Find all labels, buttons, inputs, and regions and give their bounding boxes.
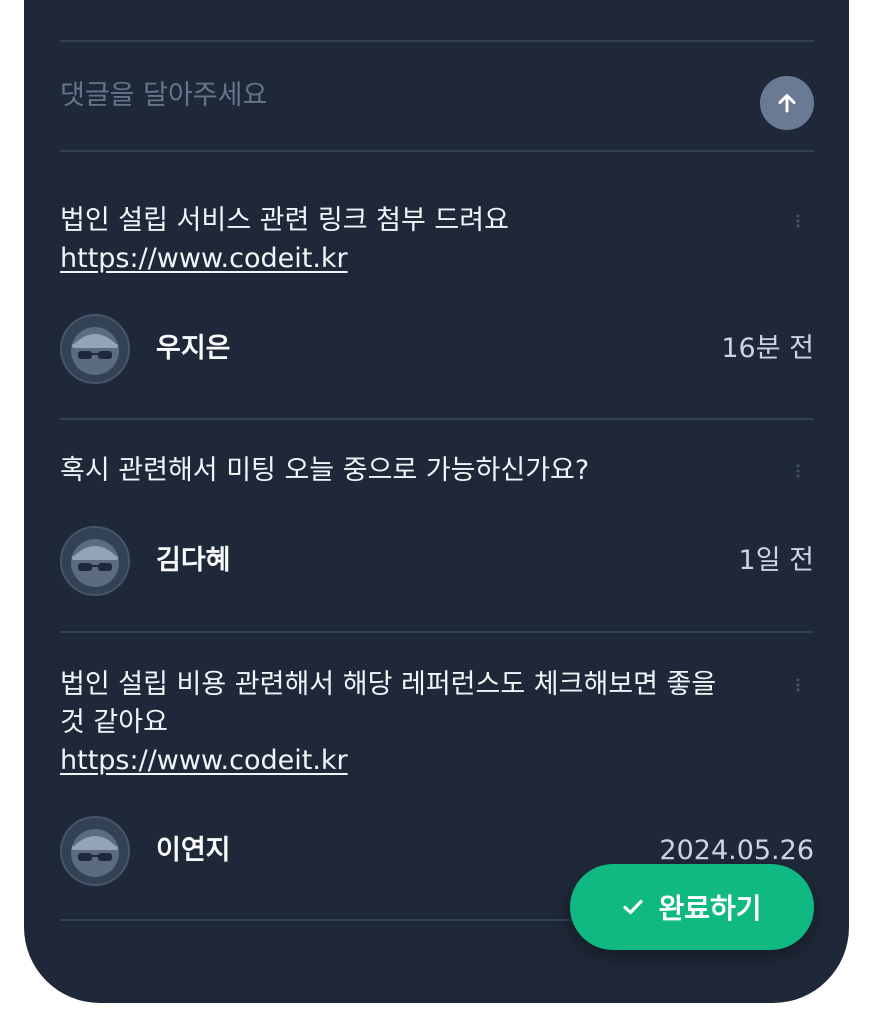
comment-timestamp: 1일 전 [738, 545, 814, 576]
comment-item: 법인 설립 비용 관련해서 해당 레퍼런스도 체크해보면 좋을 것 같아요 ht… [60, 666, 814, 896]
comment-link[interactable]: https://www.codeit.kr [60, 240, 760, 278]
divider [60, 418, 814, 420]
avatar [60, 816, 130, 886]
more-options-icon[interactable] [788, 208, 808, 234]
comment-text: 법인 설립 서비스 관련 링크 첨부 드려요 [60, 205, 509, 236]
more-options-icon[interactable] [788, 672, 808, 698]
comment-body: 법인 설립 비용 관련해서 해당 레퍼런스도 체크해보면 좋을 것 같아요 ht… [60, 666, 760, 780]
comment-body: 혹시 관련해서 미팅 오늘 중으로 가능하신가요? [60, 452, 760, 490]
author-name: 우지은 [156, 333, 231, 364]
comment-input-row [60, 42, 814, 150]
comment-timestamp: 16분 전 [721, 333, 814, 364]
comment-text: 혹시 관련해서 미팅 오늘 중으로 가능하신가요? [60, 455, 590, 486]
comment-link[interactable]: https://www.codeit.kr [60, 742, 760, 780]
arrow-up-icon [778, 94, 796, 113]
comment-author-row: 우지은 16분 전 [60, 314, 814, 384]
author-name: 이연지 [156, 835, 231, 866]
avatar [60, 314, 130, 384]
send-comment-button[interactable] [760, 76, 814, 130]
complete-button[interactable]: 완료하기 [570, 864, 814, 950]
divider [60, 150, 814, 152]
comment-body: 법인 설립 서비스 관련 링크 첨부 드려요 https://www.codei… [60, 202, 760, 278]
comment-author-row: 김다혜 1일 전 [60, 526, 814, 596]
comment-item: 혹시 관련해서 미팅 오늘 중으로 가능하신가요? 김다혜 1일 전 [60, 452, 814, 612]
avatar [60, 526, 130, 596]
comment-item: 법인 설립 서비스 관련 링크 첨부 드려요 https://www.codei… [60, 202, 814, 402]
comment-text: 것 같아요 [60, 707, 168, 738]
more-options-icon[interactable] [788, 458, 808, 484]
author-name: 김다혜 [156, 545, 231, 576]
complete-button-label: 완료하기 [658, 892, 762, 925]
comment-input[interactable] [60, 74, 740, 116]
divider [60, 631, 814, 633]
task-detail-panel: 법인 설립 서비스 관련 링크 첨부 드려요 https://www.codei… [24, 0, 849, 1003]
check-icon [623, 899, 644, 915]
comment-text: 법인 설립 비용 관련해서 해당 레퍼런스도 체크해보면 좋을 [60, 669, 717, 700]
